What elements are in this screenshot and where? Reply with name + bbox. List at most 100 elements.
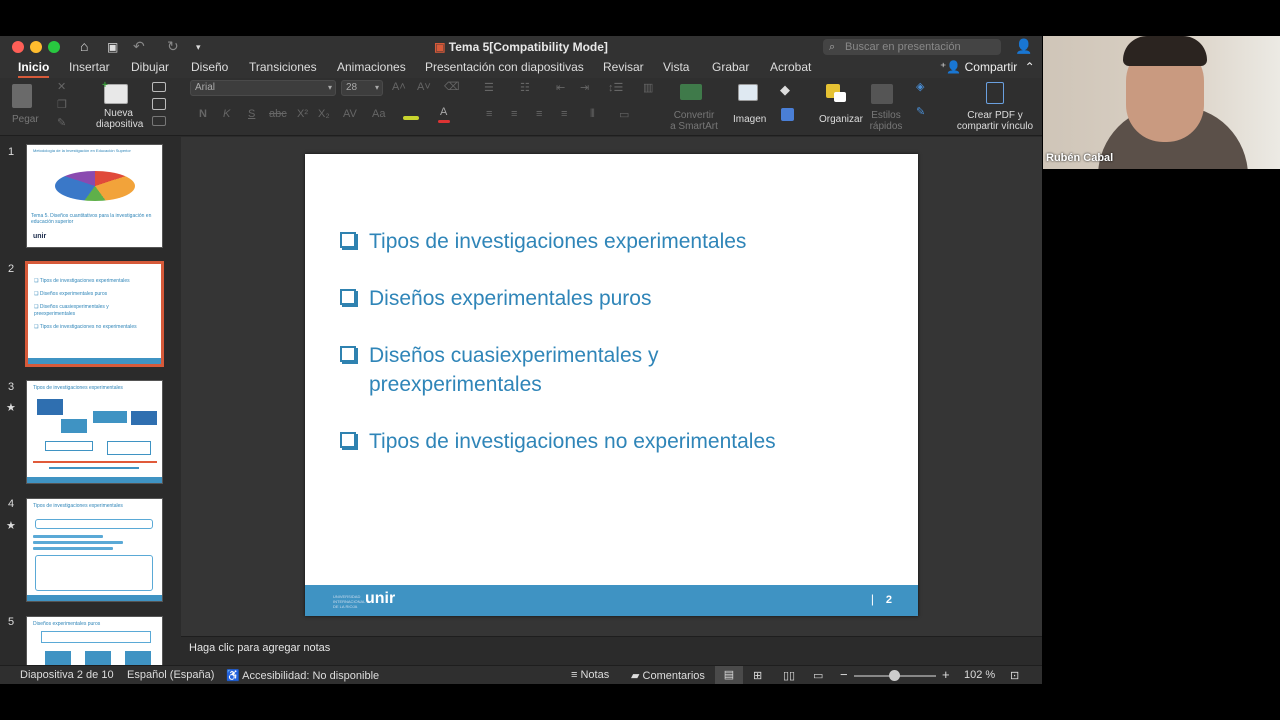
accessibility-icon: ♿ (226, 670, 240, 682)
tab-insertar[interactable]: Insertar (69, 60, 110, 74)
tab-revisar[interactable]: Revisar (603, 60, 644, 74)
tab-dibujar[interactable]: Dibujar (131, 60, 169, 74)
notes-input[interactable]: Haga clic para agregar notas (181, 636, 1042, 665)
shape-outline-icon[interactable]: ✎ (916, 105, 925, 118)
tab-transiciones[interactable]: Transiciones (249, 60, 317, 74)
zoom-in-icon[interactable]: + (942, 667, 950, 682)
cut-icon[interactable]: ✕ (57, 80, 66, 93)
tab-animaciones[interactable]: Animaciones (337, 60, 406, 74)
bullet-item[interactable]: Diseños cuasiexperimentales y preexperim… (340, 341, 709, 399)
clear-format-icon[interactable]: ⌫ (444, 80, 460, 93)
language-indicator[interactable]: Español (España) (127, 669, 214, 681)
bullet-item[interactable]: Tipos de investigaciones experimentales (340, 227, 849, 256)
subscript-icon[interactable]: X₂ (318, 108, 330, 120)
quick-styles-icon[interactable] (871, 84, 893, 104)
zoom-level[interactable]: 102 % (964, 669, 995, 681)
layout-icon[interactable] (152, 82, 166, 92)
bullet-item[interactable]: Diseños experimentales puros (340, 284, 849, 313)
italic-icon[interactable]: K (223, 108, 230, 120)
superscript-icon[interactable]: X² (297, 108, 308, 120)
align-right-icon[interactable]: ≡ (536, 108, 542, 120)
diagram-box (61, 419, 87, 433)
decrease-font-icon[interactable]: A˅ (417, 81, 431, 93)
highlight-icon[interactable] (403, 116, 419, 120)
line-spacing-icon[interactable]: ↕☰ (608, 81, 623, 94)
align-text-icon[interactable]: ▭ (619, 108, 629, 121)
tab-acrobat[interactable]: Acrobat (770, 60, 811, 74)
bullets-icon[interactable]: ☰ (484, 81, 494, 94)
slideshow-icon[interactable]: ▭ (813, 669, 823, 682)
new-slide-label[interactable]: Nueva diapositiva (96, 108, 143, 130)
chevron-down-icon: ▾ (327, 83, 332, 92)
comments-button[interactable]: ▰ Comentarios (631, 669, 705, 682)
font-size-select[interactable]: 28 ▾ (341, 80, 383, 96)
quick-styles-button[interactable]: Estilos rápidos (866, 110, 906, 132)
current-slide[interactable]: Tipos de investigaciones experimentales … (305, 154, 918, 616)
fit-to-window-icon[interactable]: ⊡ (1010, 669, 1019, 682)
slide-thumbnail-3[interactable]: Tipos de investigaciones experimentales (26, 380, 163, 484)
section-icon[interactable] (152, 116, 166, 126)
ribbon-toolbar: Pegar ✕ ❐ ✎ + Nueva diapositiva Arial ▾ 28… (0, 78, 1042, 136)
increase-font-icon[interactable]: A˄ (392, 81, 406, 93)
share-button[interactable]: ⁺👤 Compartir ⌃ (940, 60, 1035, 74)
search-input[interactable]: ⌕ Buscar en presentación (823, 39, 1001, 55)
tab-presentacion[interactable]: Presentación con diapositivas (425, 60, 584, 74)
font-color-icon[interactable]: A (440, 106, 447, 118)
chevron-up-icon[interactable]: ⌃ (1025, 60, 1035, 74)
strikethrough-icon[interactable]: abc (269, 108, 287, 120)
zoom-slider-handle[interactable] (889, 670, 900, 681)
slide-thumbnail-4[interactable]: Tipos de investigaciones experimentales (26, 498, 163, 602)
normal-view-icon[interactable]: ▤ (715, 666, 743, 684)
change-case-icon[interactable]: Aa (372, 108, 385, 120)
diagram-box (45, 441, 93, 451)
char-spacing-icon[interactable]: AV (343, 108, 357, 120)
pdf-icon[interactable] (986, 82, 1004, 104)
underline-icon[interactable]: S (248, 108, 255, 120)
format-painter-icon[interactable]: ✎ (57, 116, 66, 129)
decrease-indent-icon[interactable]: ⇤ (556, 81, 565, 94)
checkbox-bullet-icon (340, 346, 356, 362)
slide-thumbnail-1[interactable]: Metodología de la Investigación en Educa… (26, 144, 163, 248)
notes-icon: ≡ (571, 669, 578, 681)
reset-icon[interactable] (152, 98, 166, 110)
bold-icon[interactable]: N (199, 108, 207, 120)
video-tile[interactable]: Rubén Cabal (1043, 36, 1280, 169)
shapes-icon[interactable]: ◆ (780, 82, 790, 98)
tab-vista[interactable]: Vista (663, 60, 689, 74)
align-left-icon[interactable]: ≡ (486, 108, 492, 120)
font-name-select[interactable]: Arial ▾ (190, 80, 336, 96)
slide-thumbnail-5[interactable]: Diseños experimentales puros (26, 616, 163, 665)
slide-editor[interactable]: Tipos de investigaciones experimentales … (181, 137, 1042, 665)
tab-grabar[interactable]: Grabar (712, 60, 749, 74)
accessibility-status[interactable]: ♿ Accesibilidad: No disponible (226, 669, 379, 682)
bullet-item[interactable]: Tipos de investigaciones no experimental… (340, 427, 849, 456)
text-direction-icon[interactable]: ⦀ (590, 108, 595, 121)
slide-sorter-icon[interactable]: ⊞ (753, 669, 762, 682)
notes-button[interactable]: ≡ Notas (571, 669, 609, 681)
shape-fill-icon[interactable]: ◈ (916, 80, 924, 93)
tab-inicio[interactable]: Inicio (18, 60, 50, 78)
chevron-down-icon: ▾ (374, 83, 379, 92)
align-center-icon[interactable]: ≡ (511, 108, 517, 120)
smartart-icon[interactable] (680, 84, 702, 100)
diagram-box (131, 411, 157, 425)
reading-view-icon[interactable]: ▯▯ (783, 669, 795, 682)
account-icon[interactable]: 👤 (1015, 38, 1032, 55)
numbering-icon[interactable]: ☷ (520, 81, 530, 94)
zoom-out-icon[interactable]: − (840, 667, 848, 682)
paste-icon[interactable] (12, 84, 32, 108)
copy-icon[interactable]: ❐ (57, 98, 67, 111)
text-box-icon[interactable] (781, 108, 794, 121)
convert-smartart-button[interactable]: Convertir a SmartArt (666, 110, 722, 132)
thumb-footer (28, 358, 161, 364)
tab-diseno[interactable]: Diseño (191, 60, 228, 74)
slide-page-number: 2 (885, 594, 892, 606)
image-icon[interactable] (738, 84, 758, 101)
unir-logo: unir (365, 590, 396, 607)
slide-thumbnail-2[interactable]: ❑ Tipos de investigaciones experimentale… (25, 261, 164, 367)
increase-indent-icon[interactable]: ⇥ (580, 81, 589, 94)
create-pdf-button[interactable]: Crear PDF y compartir vínculo (955, 110, 1035, 132)
columns-icon[interactable]: ▥ (643, 81, 653, 94)
arrange-label[interactable]: Organizar (819, 114, 863, 125)
justify-icon[interactable]: ≡ (561, 108, 567, 120)
